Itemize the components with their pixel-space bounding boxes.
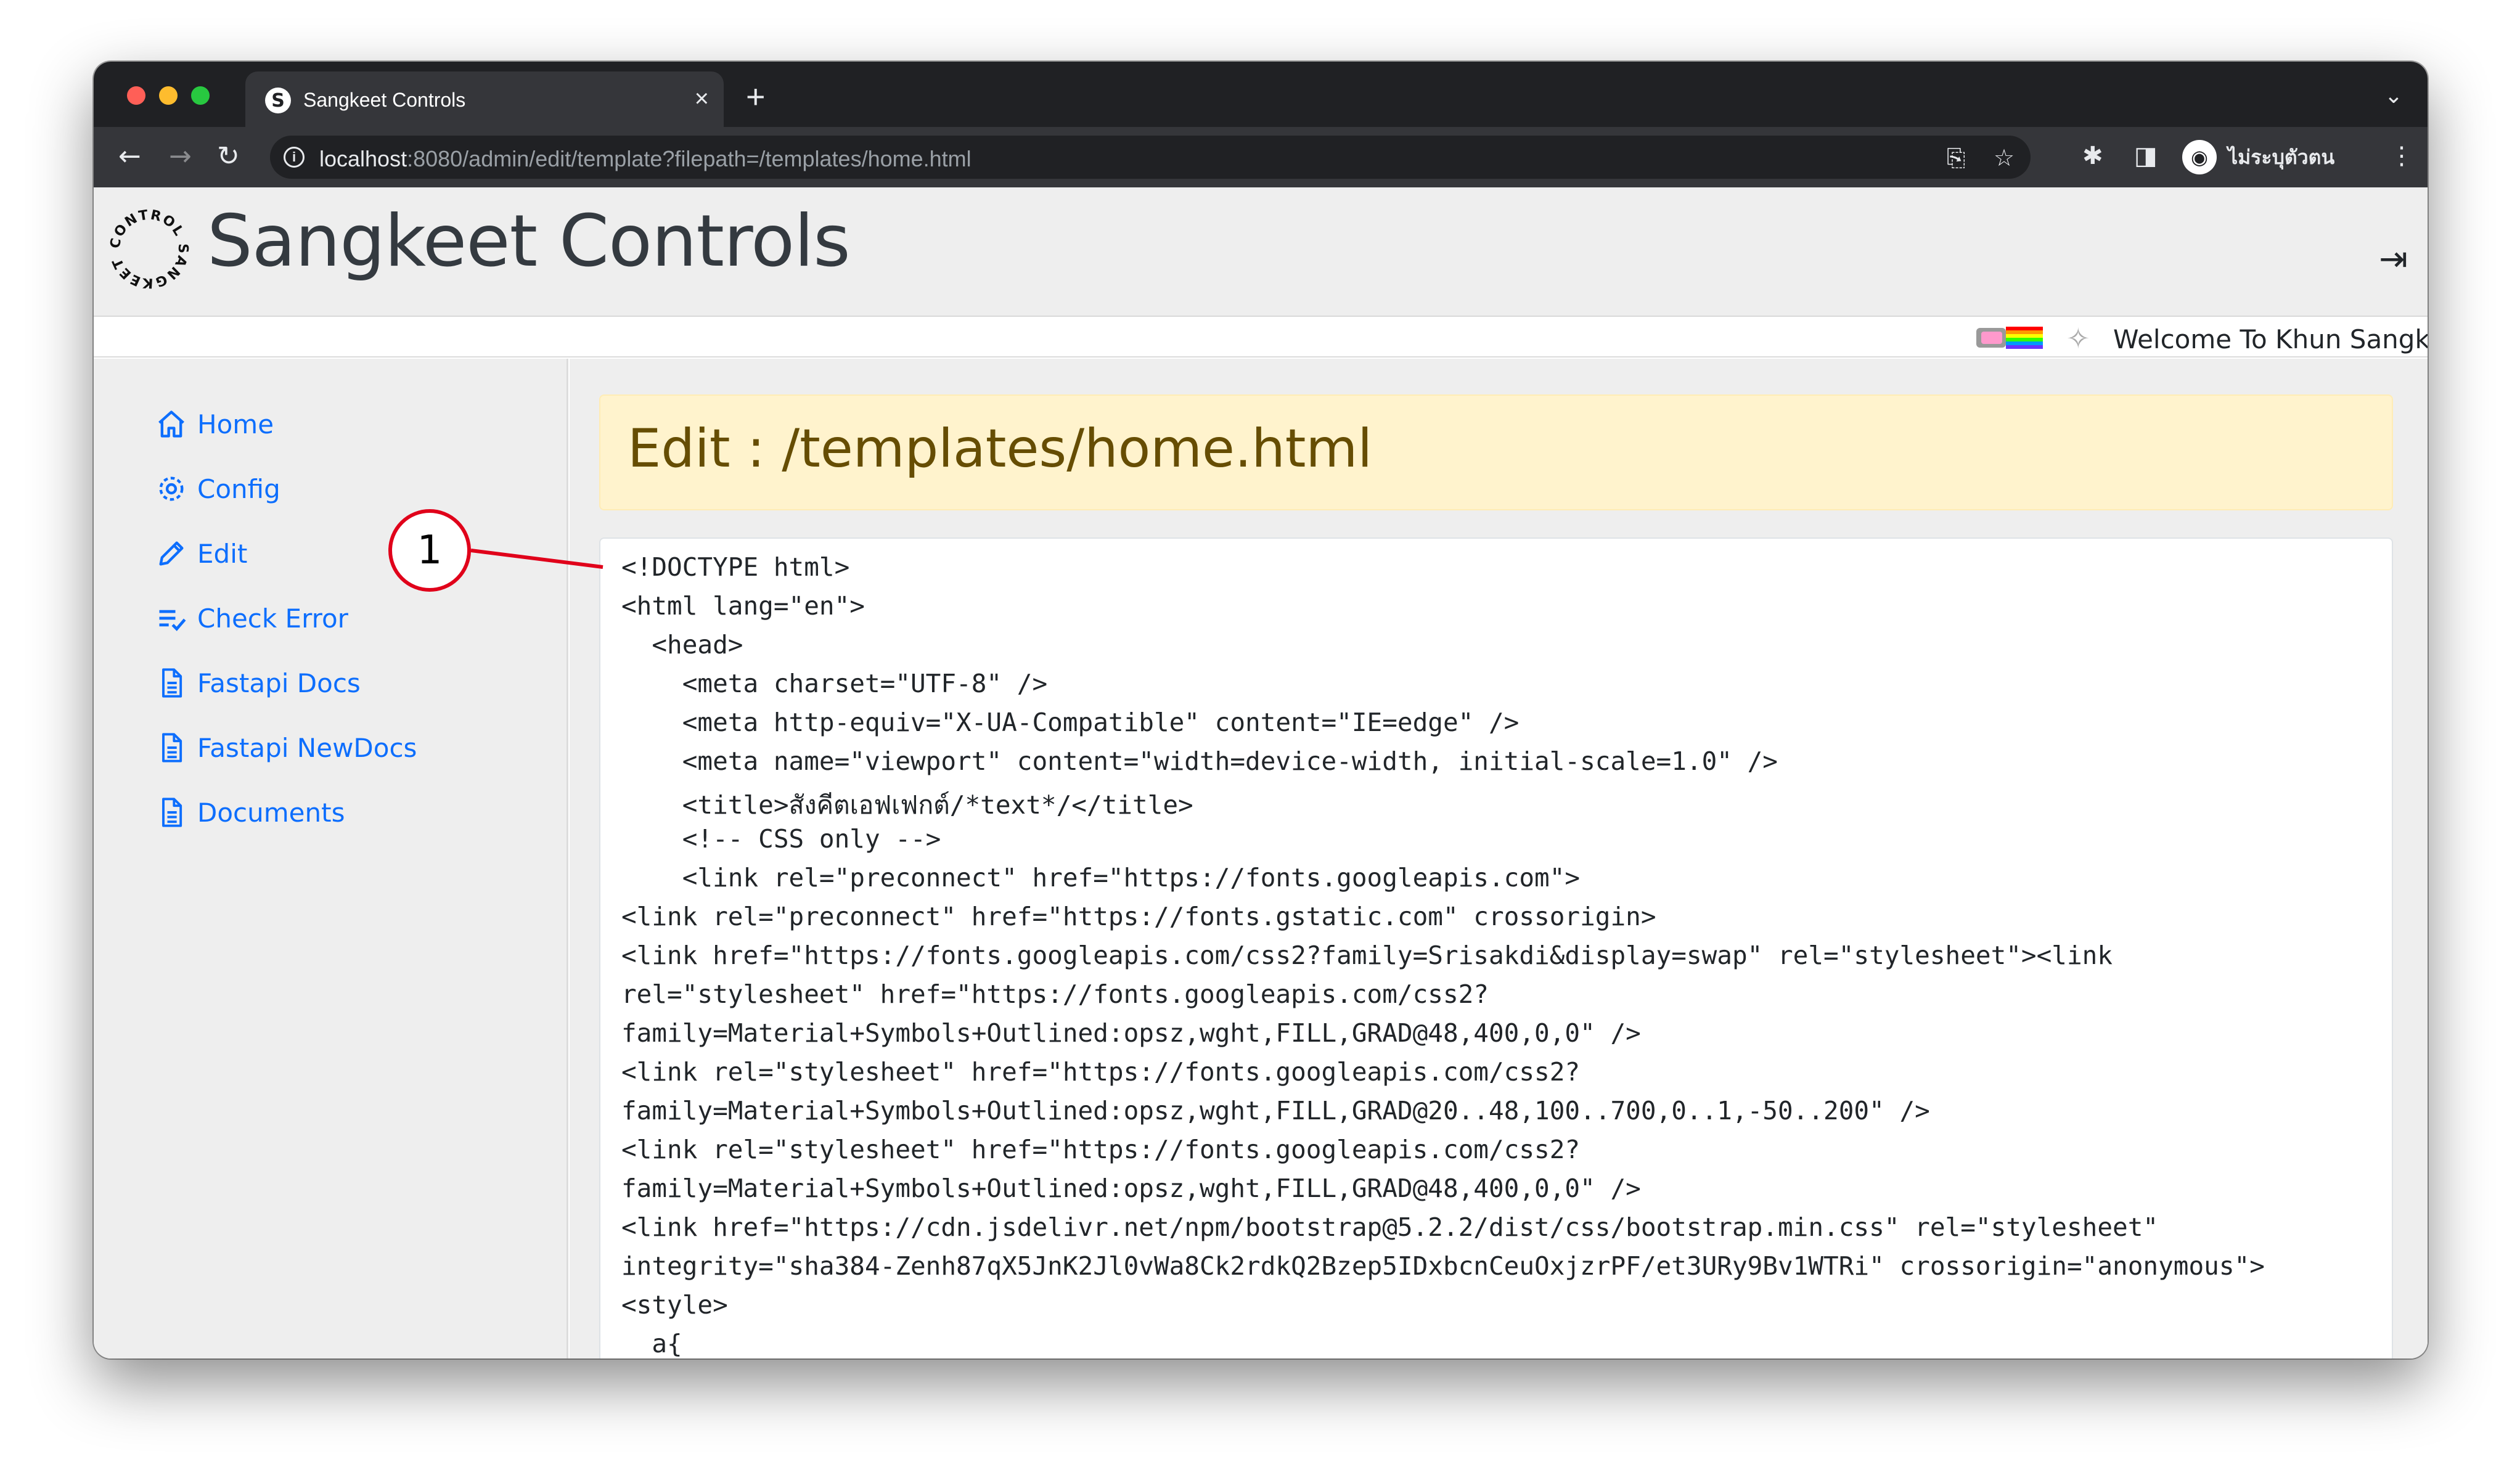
minimize-window-button[interactable] [159, 86, 178, 105]
back-button[interactable]: ← [118, 141, 141, 173]
logout-icon[interactable]: ⇥ [2379, 239, 2408, 279]
code-line[interactable]: <title>สังคีตเอฟเฟกต์/*text*/</title> [621, 785, 1193, 825]
code-editor[interactable]: <!DOCTYPE html> <html lang="en"> <head> <… [599, 537, 2393, 1358]
sidebar-item-label: Fastapi NewDocs [197, 732, 417, 763]
sidebar-item-fastapi-docs[interactable]: Fastapi Docs [155, 664, 361, 701]
forward-button[interactable]: → [169, 141, 192, 173]
pencil-icon [159, 541, 184, 566]
sidebar-item-label: Check Error [197, 603, 348, 634]
code-line[interactable]: family=Material+Symbols+Outlined:opsz,wg… [621, 1018, 1641, 1048]
web-page: CONTROL SANGKEET Sangkeet Controls ⇥ ✧ W… [94, 187, 2428, 1358]
app-header: CONTROL SANGKEET Sangkeet Controls ⇥ [94, 187, 2428, 317]
maximize-window-button[interactable] [191, 86, 210, 105]
browser-menu-icon[interactable]: ⋮ [2389, 142, 2414, 170]
sidebar-item-fastapi-newdocs[interactable]: Fastapi NewDocs [155, 729, 417, 766]
url-text[interactable]: localhost:8080/admin/edit/template?filep… [319, 146, 972, 172]
sidebar-item-label: Config [197, 473, 280, 504]
code-line[interactable]: <head> [621, 630, 743, 660]
code-line[interactable]: <link rel="preconnect" href="https://fon… [621, 863, 1580, 893]
incognito-profile-button[interactable]: ◉ ไม่ระบุตัวตน [2182, 138, 2334, 176]
reload-button[interactable]: ↻ [217, 141, 240, 173]
welcome-marquee: ✧ Welcome To Khun Sangkeet [94, 318, 2428, 357]
code-line[interactable]: <!DOCTYPE html> [621, 552, 849, 582]
extensions-puzzle-icon[interactable]: ✱ [2082, 142, 2103, 170]
browser-toolbar: ← → ↻ i localhost:8080/admin/edit/templa… [94, 127, 2428, 187]
sidebar-item-label: Home [197, 409, 274, 439]
sidebar-item-label: Fastapi Docs [197, 668, 361, 698]
code-line[interactable]: rel="stylesheet" href="https://fonts.goo… [621, 979, 1489, 1009]
new-tab-button[interactable]: + [746, 80, 766, 113]
sidebar-item-label: Edit [197, 538, 248, 569]
page-title: Edit : /templates/home.html [628, 418, 1373, 480]
document-icon [162, 798, 182, 827]
code-line[interactable]: integrity="sha384-Zenh87qX5JnK2Jl0vWa8Ck… [621, 1251, 2265, 1281]
bookmark-star-icon[interactable]: ☆ [1994, 144, 2015, 171]
nyan-cat-icon [1976, 327, 2043, 349]
browser-tab-strip: S Sangkeet Controls × + ⌄ [94, 62, 2428, 127]
tab-search-chevron-icon[interactable]: ⌄ [2384, 83, 2403, 108]
tab-title: Sangkeet Controls [303, 89, 466, 111]
site-info-icon[interactable]: i [284, 147, 305, 168]
code-line[interactable]: <meta http-equiv="X-UA-Compatible" conte… [621, 708, 1520, 737]
list-check-icon [159, 610, 186, 631]
sidebar: Home Config Edit Check Error Fastapi Doc… [94, 359, 568, 1358]
welcome-text: Welcome To Khun Sangkeet [2113, 324, 2428, 354]
edit-heading-banner: Edit : /templates/home.html [599, 394, 2393, 510]
code-line[interactable]: <meta charset="UTF-8" /> [621, 669, 1047, 698]
code-line[interactable]: <link href="https://fonts.googleapis.com… [621, 941, 2113, 970]
close-window-button[interactable] [127, 86, 145, 105]
sidebar-item-home[interactable]: Home [155, 406, 274, 443]
sidebar-item-edit[interactable]: Edit [155, 535, 247, 572]
gear-icon [159, 476, 184, 501]
svg-text:CONTROL SANGKEET: CONTROL SANGKEET [107, 207, 190, 290]
code-line[interactable]: <link rel="stylesheet" href="https://fon… [621, 1057, 1580, 1087]
side-panel-icon[interactable]: ◨ [2134, 142, 2158, 170]
document-icon [162, 733, 182, 762]
sangkeet-logo-icon: CONTROL SANGKEET [107, 207, 190, 290]
address-bar[interactable]: i localhost:8080/admin/edit/template?fil… [270, 136, 2031, 179]
document-icon [162, 668, 182, 698]
sparkle-icon: ✧ [2066, 322, 2090, 355]
sidebar-item-check-error[interactable]: Check Error [155, 600, 348, 637]
incognito-icon: ◉ [2182, 140, 2217, 174]
sidebar-item-documents[interactable]: Documents [155, 794, 345, 831]
translate-icon[interactable]: ⎘ [1947, 144, 1965, 172]
profile-label: ไม่ระบุตัวตน [2228, 145, 2335, 168]
code-line[interactable]: <link rel="stylesheet" href="https://fon… [621, 1135, 1580, 1164]
code-line[interactable]: a{ [621, 1329, 682, 1358]
code-line[interactable]: <link rel="preconnect" href="https://fon… [621, 902, 1656, 931]
main-content: Edit : /templates/home.html <!DOCTYPE ht… [570, 359, 2428, 1358]
browser-tab-active[interactable]: S Sangkeet Controls × [245, 71, 724, 127]
code-line[interactable]: <html lang="en"> [621, 591, 865, 621]
home-icon [158, 411, 184, 438]
code-line[interactable]: <meta name="viewport" content="width=dev… [621, 746, 1778, 776]
app-title: Sangkeet Controls [207, 200, 851, 283]
sidebar-item-config[interactable]: Config [155, 470, 280, 507]
code-line[interactable]: <style> [621, 1290, 728, 1320]
code-line[interactable]: family=Material+Symbols+Outlined:opsz,wg… [621, 1096, 1930, 1126]
tab-close-icon[interactable]: × [695, 85, 709, 112]
favicon-icon: S [265, 88, 291, 113]
code-line[interactable]: <link href="https://cdn.jsdelivr.net/npm… [621, 1212, 2158, 1242]
code-line[interactable]: <!-- CSS only --> [621, 824, 941, 854]
code-line[interactable]: family=Material+Symbols+Outlined:opsz,wg… [621, 1174, 1641, 1203]
sidebar-item-label: Documents [197, 797, 345, 828]
callout-marker: 1 [388, 509, 471, 592]
browser-window: S Sangkeet Controls × + ⌄ ← → ↻ i localh… [94, 62, 2428, 1358]
